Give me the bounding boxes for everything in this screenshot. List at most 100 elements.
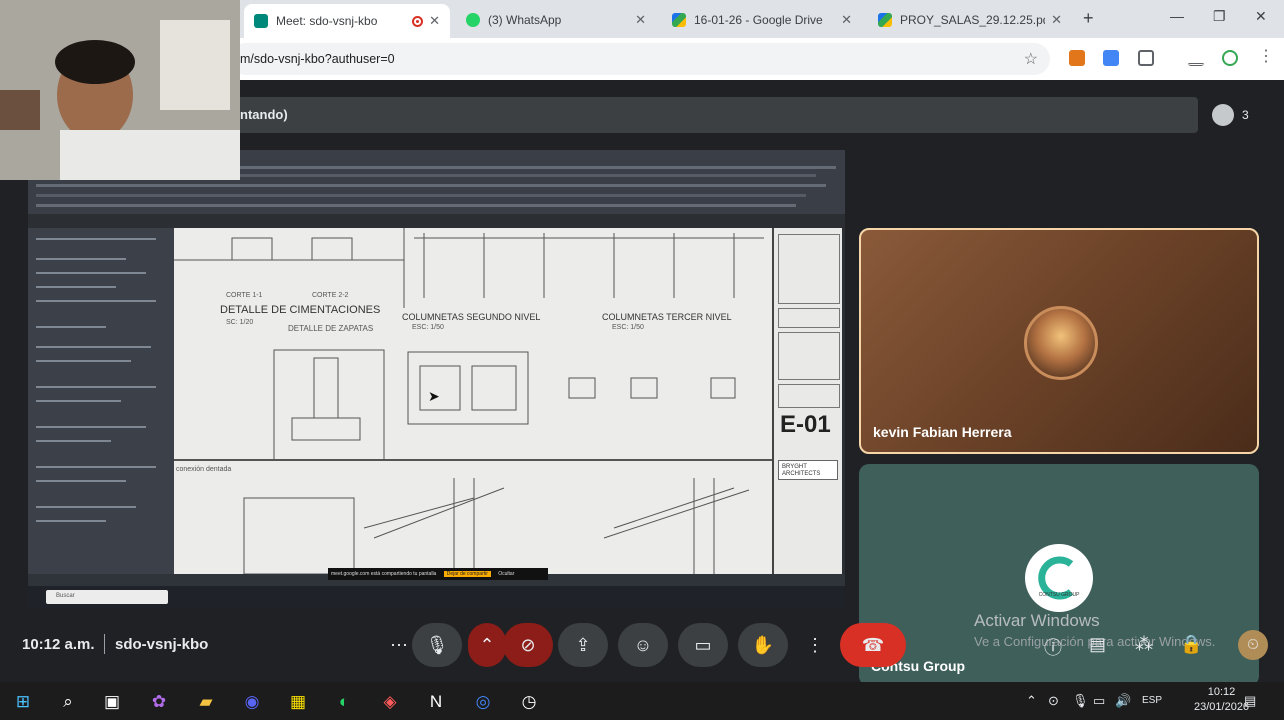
participants-button[interactable]: 3	[1212, 100, 1268, 130]
stop-sharing-button[interactable]: Dejar de compartir	[443, 571, 491, 577]
notifications-icon[interactable]: ▤	[1244, 693, 1256, 709]
camera-options-button[interactable]: ⌃	[468, 623, 506, 667]
tab-whatsapp[interactable]: (3) WhatsApp ✕	[456, 6, 656, 34]
tab-meet[interactable]: Meet: sdo-vsnj-kbo ✕	[244, 4, 450, 38]
host-controls-icon[interactable]: 🔒	[1180, 634, 1202, 655]
address-bar[interactable]: m/sdo-vsnj-kbo?authuser=0 ☆	[230, 43, 1050, 75]
microphone-icon: 🎙	[425, 634, 449, 655]
restore-button[interactable]: ❐	[1213, 8, 1226, 25]
discord-icon[interactable]: ◉	[241, 691, 263, 713]
properties-panel	[28, 228, 174, 574]
new-tab-button[interactable]: +	[1083, 8, 1094, 29]
screen: Meet: sdo-vsnj-kbo ✕ (3) WhatsApp ✕ 16-0…	[0, 0, 1284, 720]
tray-chevron-icon[interactable]: ⌃	[1026, 693, 1037, 709]
activities-icon[interactable]: ⁂	[1135, 634, 1153, 655]
url-text: m/sdo-vsnj-kbo?authuser=0	[240, 52, 395, 66]
minimize-button[interactable]: —	[1170, 8, 1184, 24]
hide-banner-button[interactable]: Ocultar	[498, 571, 514, 577]
present-icon: ⇪	[575, 634, 591, 655]
avatar	[1024, 306, 1098, 380]
presenting-label: ntando)	[240, 107, 288, 122]
columnetas-segundo-title: COLUMNETAS SEGUNDO NIVEL	[402, 312, 541, 322]
mic-tray-icon[interactable]: 🎙	[1072, 693, 1089, 709]
windows-taskbar: ⊞ ⌕ ▣ ✿ ▰ ◉ ▦ ◐ ◈ N ◎ ◷ ⌃ ⊙ 🎙 ▭ 🔊 ESP 10…	[0, 682, 1284, 720]
cimentaciones-title: DETALLE DE CIMENTACIONES	[220, 304, 381, 316]
leave-call-button[interactable]: ☎	[840, 623, 906, 667]
participant-count: 3	[1242, 108, 1249, 122]
recording-icon	[412, 15, 424, 27]
timer-icon[interactable]: ⏲	[1238, 630, 1268, 660]
extensions-puzzle-icon[interactable]	[1138, 50, 1154, 66]
present-screen-button[interactable]: ⇪	[558, 623, 608, 667]
shared-taskbar: Buscar	[28, 586, 845, 608]
whatsapp-icon[interactable]: ◐	[333, 691, 355, 713]
meeting-clock: 10:12 a.m.	[22, 636, 95, 653]
snipping-tool-icon[interactable]: ◷	[518, 691, 540, 713]
browser-menu-icon[interactable]: ⋮	[1258, 46, 1274, 65]
captions-icon: ▭	[694, 634, 712, 655]
contsu-logo-icon: CONTSU GROUP	[1038, 556, 1081, 600]
sync-icon[interactable]	[1222, 50, 1238, 66]
notion-icon[interactable]: N	[425, 691, 447, 713]
activate-windows-title: Activar Windows	[974, 611, 1100, 630]
whatsapp-icon	[466, 13, 480, 27]
translate-extension-icon[interactable]	[1103, 50, 1119, 66]
media-controls-icon[interactable]	[1188, 50, 1204, 66]
drive-icon	[878, 13, 892, 27]
meet-icon	[254, 14, 268, 28]
chrome-icon[interactable]: ◎	[472, 691, 494, 713]
close-window-button[interactable]: ✕	[1255, 8, 1267, 25]
participant-tile-kevin[interactable]: kevin Fabian Herrera	[859, 228, 1259, 454]
search-icon[interactable]: ⌕	[57, 691, 79, 713]
system-clock[interactable]: 10:12 23/01/2026	[1194, 685, 1249, 715]
people-icon	[1212, 104, 1234, 126]
cad-linework	[174, 228, 772, 574]
microphone-button[interactable]: 🎙	[412, 623, 462, 667]
network-icon[interactable]: ▭	[1093, 693, 1105, 709]
avatar: CONTSU GROUP	[1025, 544, 1093, 612]
meeting-code: sdo-vsnj-kbo	[115, 636, 209, 653]
tab-google-drive[interactable]: 16-01-26 - Google Drive ✕	[662, 6, 862, 34]
tab-pdf[interactable]: PROY_SALAS_29.12.25.pdf - ✕	[868, 6, 1072, 34]
close-tab-icon[interactable]: ✕	[1051, 12, 1062, 28]
drive-icon	[672, 13, 686, 27]
mouse-cursor-icon: ➤	[428, 388, 440, 404]
close-tab-icon[interactable]: ✕	[841, 12, 852, 28]
sheet-number: E-01	[780, 411, 831, 438]
svg-text:CONTSU GROUP: CONTSU GROUP	[1039, 592, 1081, 598]
windows-start-icon[interactable]: ⊞	[12, 691, 34, 713]
cad-drawing[interactable]: CORTE 1-1 CORTE 2-2 DETALLE DE CIMENTACI…	[174, 228, 772, 574]
camera-off-icon: ⊘	[520, 634, 536, 655]
meet-tray-icon[interactable]: ⊙	[1048, 693, 1059, 709]
close-tab-icon[interactable]: ✕	[429, 13, 440, 29]
presenting-bar: ntando)	[230, 97, 1198, 133]
shared-search-box: Buscar	[46, 590, 168, 604]
raise-hand-button[interactable]: ✋	[738, 623, 788, 667]
miro-icon[interactable]: ▦	[287, 691, 309, 713]
file-explorer-icon[interactable]: ▰	[195, 691, 217, 713]
hand-icon: ✋	[751, 634, 775, 655]
screen-share-banner: meet.google.com está compartiendo tu pan…	[328, 568, 548, 580]
metamask-extension-icon[interactable]	[1069, 50, 1085, 66]
task-view-icon[interactable]: ▣	[101, 691, 123, 713]
columnetas-tercer-title: COLUMNETAS TERCER NIVEL	[602, 312, 732, 322]
close-tab-icon[interactable]: ✕	[635, 12, 646, 28]
captions-button[interactable]: ▭	[678, 623, 728, 667]
phone-hangup-icon: ☎	[861, 634, 885, 655]
language-indicator[interactable]: ESP	[1142, 695, 1162, 706]
firm-logo: BRYGHT ARCHITECTS	[778, 460, 838, 480]
emoji-button[interactable]: ☺	[618, 623, 668, 667]
cad-title-block: E-01 BRYGHT ARCHITECTS	[772, 228, 842, 574]
chat-icon[interactable]: ▤	[1089, 634, 1106, 655]
bookmark-star-icon[interactable]: ☆	[1024, 49, 1038, 69]
emoji-icon: ☺	[633, 634, 653, 655]
copilot-icon[interactable]: ✿	[148, 691, 170, 713]
info-icon[interactable]: ⓘ	[1044, 634, 1062, 660]
volume-icon[interactable]: 🔊	[1115, 693, 1131, 709]
camera-off-button[interactable]: ⊘	[503, 623, 553, 667]
self-camera-view	[0, 0, 240, 180]
shared-screen: CORTE 1-1 CORTE 2-2 DETALLE DE CIMENTACI…	[28, 150, 845, 608]
more-options-button[interactable]: ⋮	[796, 623, 834, 667]
participant-name: kevin Fabian Herrera	[873, 424, 1012, 440]
app-icon[interactable]: ◈	[379, 691, 401, 713]
